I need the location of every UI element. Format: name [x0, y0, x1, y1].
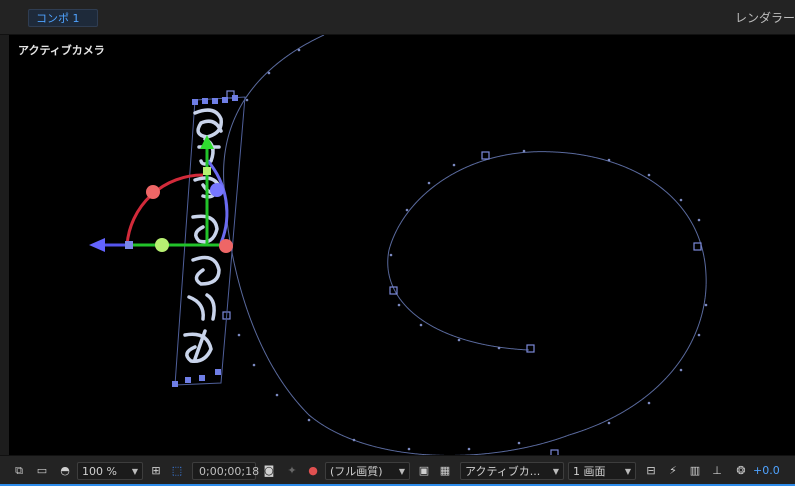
composition-viewer[interactable]: アクティブカメラ [9, 35, 795, 455]
chevron-down-icon: ▼ [398, 467, 405, 476]
zoom-value: 100 % [82, 465, 117, 478]
renderer-label[interactable]: レンダラー [735, 9, 795, 27]
motion-path-outer[interactable] [223, 35, 707, 455]
transparency-grid-icon[interactable]: ▦ [436, 462, 454, 480]
tab-composition[interactable]: コンポ 1 [28, 9, 98, 27]
mask-icon[interactable]: ◓ [56, 462, 74, 480]
chevron-down-icon: ▼ [624, 467, 631, 476]
layout-view-select[interactable]: 1 画面 ▼ [568, 462, 636, 480]
chevron-down-icon: ▼ [552, 467, 559, 476]
timecode-value: 0;00;00;18 [199, 465, 260, 478]
color-channels-icon[interactable]: ● [304, 462, 322, 480]
camera-snapshot-icon[interactable]: ◙ [260, 462, 278, 480]
grid-icon[interactable]: ⊞ [147, 462, 165, 480]
timecode-field[interactable]: 0;00;00;18 [192, 462, 260, 480]
3d-view-icon[interactable]: ⊟ [642, 462, 660, 480]
viewer-toolbar: ⧉ ▭ ◓ 100 % ▼ ⊞ ⬚ 0;00;00;18 ◙ ✦ ● (フル画質… [0, 455, 795, 486]
region-icon[interactable]: ⬚ [168, 462, 186, 480]
exposure-value[interactable]: +0.0 [753, 462, 780, 480]
resolution-select[interactable]: (フル画質) ▼ [325, 462, 410, 480]
layers-icon[interactable]: ⧉ [10, 462, 28, 480]
exposure-icon[interactable]: ❂ [732, 462, 750, 480]
resolution-value: (フル画質) [330, 465, 383, 478]
camera-view-value: アクティブカ... [465, 465, 541, 478]
layout-view-value: 1 画面 [573, 465, 606, 478]
graph-icon[interactable]: ▥ [686, 462, 704, 480]
chevron-down-icon: ▼ [131, 467, 138, 476]
camera-view-select[interactable]: アクティブカ... ▼ [460, 462, 564, 480]
show-snapshot-icon[interactable]: ✦ [283, 462, 301, 480]
zoom-select[interactable]: 100 % ▼ [77, 462, 143, 480]
monitor-icon[interactable]: ▭ [33, 462, 51, 480]
draft-icon[interactable]: ⚡ [664, 462, 682, 480]
flowchart-icon[interactable]: ⊥ [708, 462, 726, 480]
viewer-canvas[interactable] [9, 35, 795, 455]
fast-preview-icon[interactable]: ▣ [415, 462, 433, 480]
composition-tab-bar: コンポ 1 レンダラー [0, 0, 795, 35]
